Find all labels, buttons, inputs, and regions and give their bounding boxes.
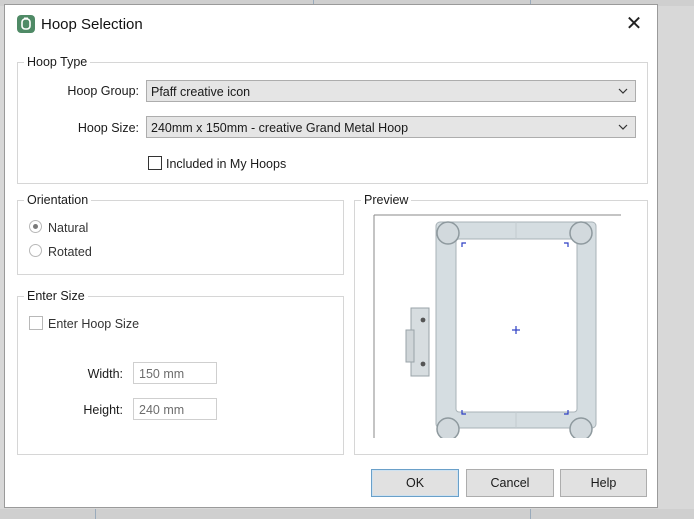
width-input[interactable]: 150 mm [133,362,217,384]
hoop-clamp-icon [405,307,430,377]
hoop-group-label: Hoop Group: [67,84,139,98]
height-value: 240 mm [139,403,185,417]
rotated-radio-label[interactable]: Rotated [48,245,92,259]
hoop-app-icon [17,15,35,33]
enter-hoop-size-checkbox[interactable] [29,316,43,330]
background-strip-bottom [0,509,694,519]
hoop-size-value: 240mm x 150mm - creative Grand Metal Hoo… [151,121,409,135]
radio-selected-dot [33,224,38,229]
hoop-preview-canvas [373,214,621,438]
height-label: Height: [83,403,123,417]
cancel-button[interactable]: Cancel [466,469,554,497]
sewing-field-corner-marks [461,242,569,415]
ok-button[interactable]: OK [371,469,459,497]
enter-size-legend: Enter Size [27,289,85,303]
window-title: Hoop Selection [41,16,143,33]
chevron-down-icon [618,88,628,94]
rotated-radio[interactable] [29,244,42,257]
included-in-my-hoops-label[interactable]: Included in My Hoops [166,157,286,171]
chevron-down-icon [618,124,628,130]
help-button[interactable]: Help [560,469,647,497]
width-label: Width: [87,367,123,381]
preview-legend: Preview [364,193,409,207]
orientation-legend: Orientation [27,193,89,207]
title-bar[interactable]: Hoop Selection ✕ [5,5,657,43]
included-in-my-hoops-checkbox[interactable] [148,156,162,170]
hoop-size-label: Hoop Size: [77,121,139,135]
background-line [530,509,531,519]
width-value: 150 mm [139,367,185,381]
natural-radio-label[interactable]: Natural [48,221,88,235]
hoop-type-legend: Hoop Type [27,55,88,69]
natural-radio[interactable] [29,220,42,233]
center-crosshair-icon [512,326,520,334]
close-icon[interactable]: ✕ [619,11,649,37]
hoop-group-value: Pfaff creative icon [151,85,251,99]
background-line [95,509,96,519]
height-input[interactable]: 240 mm [133,398,217,420]
hoop-size-dropdown[interactable]: 240mm x 150mm - creative Grand Metal Hoo… [146,116,636,138]
hoop-group-dropdown[interactable]: Pfaff creative icon [146,80,636,102]
enter-hoop-size-label[interactable]: Enter Hoop Size [48,317,139,331]
